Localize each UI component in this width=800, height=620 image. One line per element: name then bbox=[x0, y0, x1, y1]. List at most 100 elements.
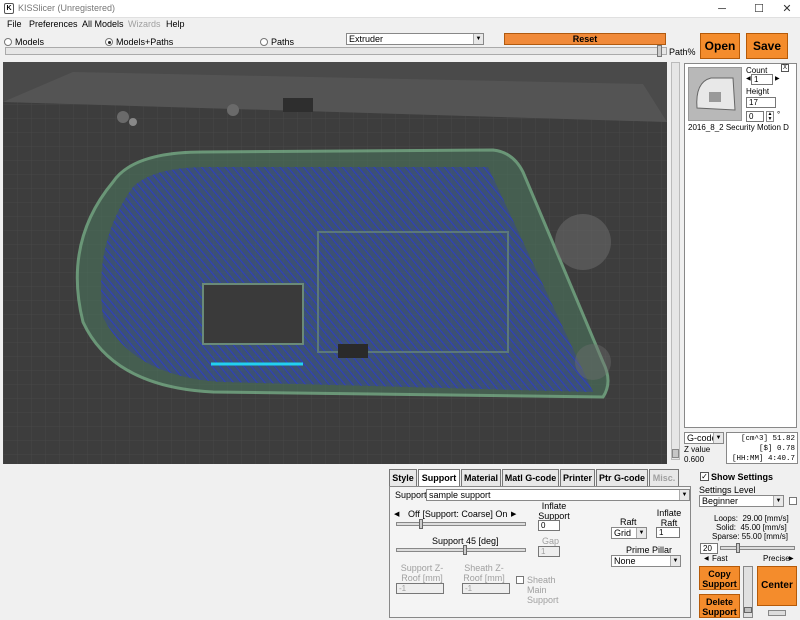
sheath-z-roof-input[interactable]: -1 bbox=[462, 583, 510, 594]
path-percent-label: Path% bbox=[669, 47, 696, 57]
support-amount-slider[interactable] bbox=[396, 519, 526, 529]
save-button[interactable]: Save bbox=[746, 33, 788, 59]
support-profile-label: Support bbox=[395, 490, 427, 500]
tab-style[interactable]: Style bbox=[389, 469, 417, 486]
tab-misc[interactable]: Misc. bbox=[649, 469, 679, 486]
window-title: KISSlicer (Unregistered) bbox=[18, 3, 116, 13]
cost-unit: [$] bbox=[758, 445, 773, 453]
model-name[interactable]: 2016_8_2 Security Motion D bbox=[688, 123, 789, 132]
volume-unit: [cm^3] bbox=[740, 435, 768, 443]
slider-thumb[interactable] bbox=[744, 607, 752, 613]
count-input[interactable]: 1 bbox=[751, 74, 773, 85]
radio-label: Models bbox=[15, 37, 45, 47]
volume-value: 51.82 bbox=[772, 435, 795, 443]
minimize-icon[interactable]: ─ bbox=[715, 2, 729, 16]
menu-bar: File Preferences All Models Wizards Help bbox=[0, 18, 800, 32]
slider-thumb[interactable] bbox=[463, 545, 467, 555]
delete-support-button[interactable]: Delete Support bbox=[699, 594, 740, 618]
tab-ptr-gcode[interactable]: Ptr G-code bbox=[596, 469, 648, 486]
prime-pillar-select[interactable]: None ▼ bbox=[611, 555, 681, 567]
speed-slider[interactable] bbox=[720, 543, 795, 553]
height-input[interactable]: 17 bbox=[746, 97, 776, 108]
menu-file[interactable]: File bbox=[7, 19, 22, 29]
inflate-support-input[interactable]: 0 bbox=[538, 520, 560, 531]
sheath-main-support-checkbox[interactable] bbox=[516, 576, 524, 584]
slider-thumb[interactable] bbox=[736, 543, 740, 553]
chevron-left-icon[interactable]: ◀ bbox=[704, 555, 709, 562]
support-z-roof-input[interactable]: -1 bbox=[396, 583, 444, 594]
vertical-slider[interactable] bbox=[743, 566, 753, 618]
tab-material[interactable]: Material bbox=[461, 469, 501, 486]
time-value: 4:40.7 bbox=[767, 455, 795, 463]
settings-checkbox[interactable] bbox=[789, 497, 797, 505]
show-settings-checkbox[interactable]: ✓ bbox=[700, 472, 709, 481]
gap-input[interactable]: 1 bbox=[538, 546, 560, 557]
extruder-select[interactable]: Extruder ▼ bbox=[346, 33, 484, 45]
chevron-right-icon[interactable]: ▶ bbox=[511, 510, 516, 518]
support-profile-select[interactable]: sample support ▼ bbox=[426, 489, 690, 501]
cost-value: 0.78 bbox=[776, 445, 795, 453]
sparse-speed: Sparse: 55.00 [mm/s] bbox=[712, 532, 789, 541]
3d-viewport[interactable] bbox=[3, 62, 667, 464]
raft-label: Raft bbox=[620, 517, 637, 527]
slider-thumb[interactable] bbox=[419, 519, 423, 529]
tab-printer[interactable]: Printer bbox=[560, 469, 595, 486]
radio-label: Models+Paths bbox=[116, 37, 174, 47]
gcode-select[interactable]: G-code ▼ bbox=[684, 432, 724, 444]
speed-input[interactable]: 20 bbox=[700, 543, 718, 554]
z-value: 0.600 bbox=[684, 455, 705, 464]
chevron-down-icon: ▼ bbox=[473, 34, 483, 44]
maximize-icon[interactable]: ☐ bbox=[752, 2, 766, 16]
menu-preferences[interactable]: Preferences bbox=[29, 19, 78, 29]
menu-all-models[interactable]: All Models bbox=[82, 19, 124, 29]
support-z-roof-label: Support Z-Roof [mm] bbox=[400, 563, 444, 583]
extruder-select-value: Extruder bbox=[349, 34, 384, 44]
app-icon: K bbox=[4, 3, 14, 14]
chevron-right-icon[interactable]: ▶ bbox=[789, 555, 794, 562]
close-icon[interactable]: ✕ bbox=[780, 2, 794, 16]
center-button[interactable]: Center bbox=[757, 566, 797, 606]
tab-matl-gcode[interactable]: Matl G-code bbox=[502, 469, 559, 486]
radio-selected-icon bbox=[105, 38, 113, 46]
print-stats: [cm^3] 51.82 [$] 0.78 [HH:MM] 4:40.7 bbox=[726, 432, 798, 464]
chevron-right-icon[interactable]: ▶ bbox=[775, 75, 780, 82]
layer-scrollbar[interactable] bbox=[671, 62, 680, 460]
support-angle-slider[interactable] bbox=[396, 545, 526, 555]
model-render bbox=[3, 62, 667, 464]
rotation-stepper[interactable]: ▲ ▼ bbox=[766, 111, 774, 122]
close-model-icon[interactable]: X bbox=[781, 64, 789, 72]
tab-support[interactable]: Support bbox=[418, 469, 460, 487]
model-list-panel: Count X 1 ◀ ▶ Height 17 0 ▲ ▼ ° 2016_8_2 … bbox=[684, 63, 797, 428]
settings-level-select[interactable]: Beginner ▼ bbox=[699, 495, 784, 507]
support-profile-value: sample support bbox=[429, 490, 491, 500]
inflate-raft-input[interactable]: 1 bbox=[656, 527, 680, 538]
scrollbar-thumb[interactable] bbox=[672, 449, 679, 458]
small-slider-handle[interactable] bbox=[768, 610, 786, 616]
slider-thumb[interactable] bbox=[657, 45, 662, 57]
settings-level-label: Settings Level bbox=[699, 485, 756, 495]
chevron-left-icon[interactable]: ◀ bbox=[394, 510, 399, 518]
chevron-down-icon: ▼ bbox=[713, 433, 723, 443]
radio-icon bbox=[4, 38, 12, 46]
z-value-label: Z value bbox=[684, 445, 711, 454]
raft-select[interactable]: Grid ▼ bbox=[611, 527, 647, 539]
reset-button[interactable]: Reset bbox=[504, 33, 666, 45]
path-percent-slider[interactable] bbox=[5, 45, 667, 57]
gap-label: Gap bbox=[542, 536, 560, 546]
model-thumbnail[interactable] bbox=[688, 67, 742, 121]
chevron-left-icon[interactable]: ◀ bbox=[746, 75, 751, 82]
open-button[interactable]: Open bbox=[700, 33, 740, 59]
fast-label: Fast bbox=[712, 554, 728, 563]
settings-level-value: Beginner bbox=[702, 496, 739, 506]
copy-support-button[interactable]: Copy Support bbox=[699, 566, 740, 590]
menu-help[interactable]: Help bbox=[166, 19, 185, 29]
prime-pillar-value: None bbox=[614, 556, 636, 566]
sheath-main-support-label: Sheath Main Support bbox=[527, 575, 559, 605]
inflate-raft-label: Inflate Raft bbox=[656, 508, 682, 528]
prime-pillar-label: Prime Pillar bbox=[626, 545, 673, 555]
radio-label: Paths bbox=[271, 37, 295, 47]
show-settings-label: Show Settings bbox=[711, 472, 774, 482]
menu-wizards[interactable]: Wizards bbox=[128, 19, 161, 29]
rotation-input[interactable]: 0 bbox=[746, 111, 764, 122]
precise-label: Precise bbox=[763, 554, 790, 563]
